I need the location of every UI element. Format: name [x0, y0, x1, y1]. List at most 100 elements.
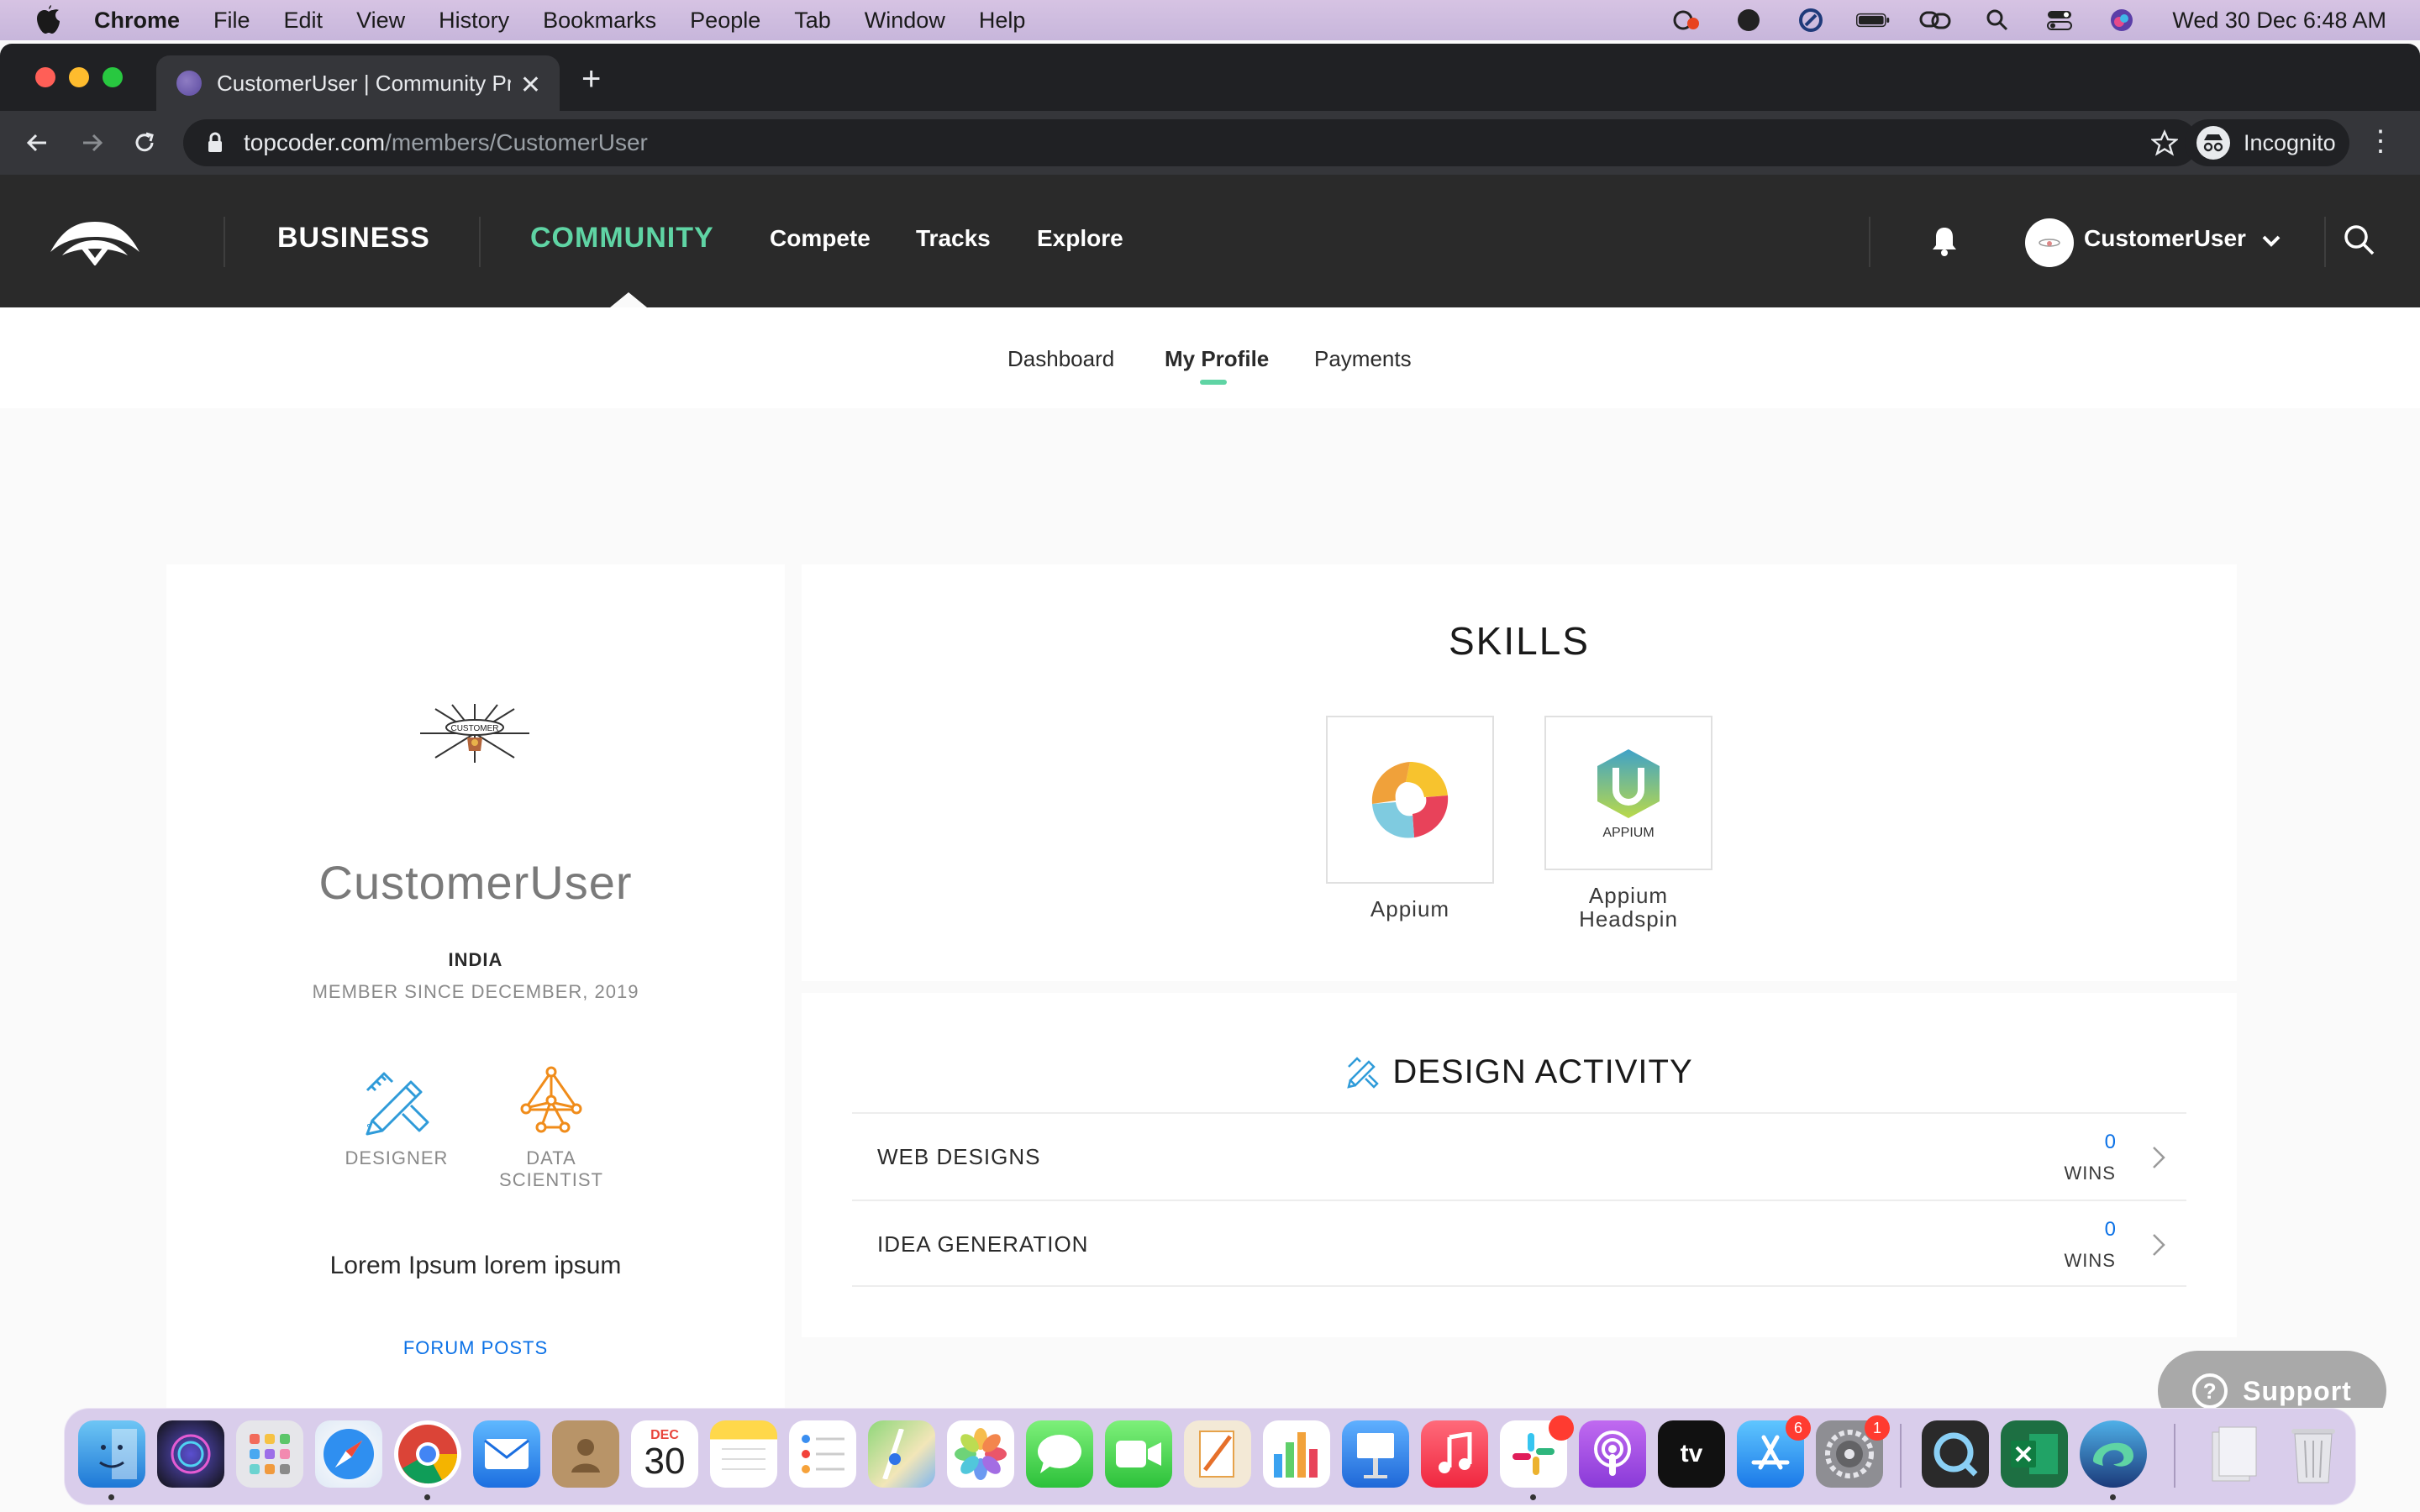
siri-icon[interactable]: [157, 1420, 224, 1488]
lock-icon[interactable]: [203, 131, 227, 155]
profile-subnav: Dashboard My Profile Payments: [0, 307, 2420, 408]
facetime-icon[interactable]: [1105, 1420, 1172, 1488]
track-data-scientist[interactable]: DATA SCIENTIST: [484, 1065, 618, 1191]
menu-tab[interactable]: Tab: [794, 8, 831, 34]
nav-tracks[interactable]: Tracks: [916, 225, 991, 252]
zoom-window-button[interactable]: [103, 67, 123, 87]
notes-icon[interactable]: [710, 1420, 777, 1488]
new-tab-button[interactable]: +: [581, 60, 601, 98]
designer-icon: [366, 1072, 429, 1136]
address-bar[interactable]: topcoder.com/members/CustomerUser: [183, 119, 2198, 166]
activity-win-count: 0: [2104, 1131, 2116, 1153]
forum-posts-link[interactable]: FORUM POSTS: [166, 1337, 785, 1359]
numbers-icon[interactable]: [1263, 1420, 1330, 1488]
apple-icon[interactable]: [34, 3, 62, 37]
bookmark-star-icon[interactable]: [2151, 129, 2178, 156]
apple-tv-icon[interactable]: tv: [1658, 1420, 1725, 1488]
search-icon[interactable]: [2341, 222, 2378, 259]
browser-tab-active[interactable]: CustomerUser | Community Pro ✕: [156, 55, 560, 111]
running-indicator: [1530, 1494, 1536, 1500]
chevron-down-icon[interactable]: [2260, 230, 2282, 252]
menu-app-name[interactable]: Chrome: [94, 8, 180, 34]
menu-view[interactable]: View: [356, 8, 405, 34]
system-preferences-icon[interactable]: 1: [1816, 1415, 1890, 1488]
nav-compete[interactable]: Compete: [770, 225, 871, 252]
activity-name: IDEA GENERATION: [877, 1231, 1089, 1257]
menu-bookmarks[interactable]: Bookmarks: [543, 8, 656, 34]
messages-icon[interactable]: [1026, 1420, 1093, 1488]
running-indicator: [424, 1494, 430, 1500]
skill-appium-headspin[interactable]: APPIUM Appium Headspin: [1544, 716, 1712, 931]
music-icon[interactable]: [1421, 1420, 1488, 1488]
back-button[interactable]: [20, 126, 54, 160]
subnav-my-profile[interactable]: My Profile: [1165, 346, 1269, 372]
subnav-payments[interactable]: Payments: [1314, 346, 1412, 372]
link-icon[interactable]: [1918, 7, 1952, 34]
chevron-right-icon[interactable]: [2149, 1144, 2168, 1171]
subnav-dashboard[interactable]: Dashboard: [1007, 346, 1114, 372]
header-username[interactable]: CustomerUser: [2084, 225, 2246, 252]
menu-file[interactable]: File: [213, 8, 250, 34]
slack-icon[interactable]: [1500, 1415, 1574, 1488]
chrome-icon[interactable]: [394, 1420, 461, 1488]
activity-row-idea-generation[interactable]: IDEA GENERATION 0 WINS: [852, 1200, 2186, 1287]
finder-icon[interactable]: [78, 1420, 145, 1488]
tab-close-icon[interactable]: ✕: [520, 71, 541, 100]
podcasts-icon[interactable]: [1579, 1420, 1646, 1488]
arrow-left-icon: [26, 134, 46, 152]
nav-business[interactable]: BUSINESS: [277, 222, 430, 255]
topcoder-logo-icon[interactable]: [47, 218, 143, 265]
trash-icon[interactable]: [2280, 1420, 2347, 1488]
quicktime-icon[interactable]: [1922, 1420, 1989, 1488]
calendar-icon[interactable]: DEC 30: [631, 1420, 698, 1488]
nav-community[interactable]: COMMUNITY: [530, 222, 714, 255]
safari-icon[interactable]: [315, 1420, 382, 1488]
launchpad-icon[interactable]: [236, 1420, 303, 1488]
dock-separator: [1900, 1424, 1902, 1488]
incognito-indicator[interactable]: Incognito: [2185, 119, 2349, 166]
reload-button[interactable]: [128, 126, 161, 160]
profile-handle: CustomerUser: [318, 856, 633, 909]
menu-window[interactable]: Window: [865, 8, 945, 34]
dock-separator: [2174, 1424, 2175, 1488]
menu-people[interactable]: People: [690, 8, 760, 34]
chat-bubble-icon[interactable]: [1732, 7, 1765, 34]
contacts-icon[interactable]: [552, 1420, 619, 1488]
siri-icon[interactable]: [2105, 7, 2139, 34]
downloads-folder-icon[interactable]: [2201, 1420, 2268, 1488]
support-button[interactable]: ? Support: [2158, 1351, 2386, 1408]
status-area: Wed 30 Dec 6:48 AM: [1670, 0, 2386, 40]
design-activity-heading: DESIGN ACTIVITY: [802, 1053, 2237, 1091]
track-designer[interactable]: DESIGNER: [329, 1065, 464, 1169]
nav-explore[interactable]: Explore: [1037, 225, 1123, 252]
photos-icon[interactable]: [947, 1420, 1014, 1488]
chevron-right-icon[interactable]: [2149, 1231, 2168, 1258]
excel-icon[interactable]: [2001, 1420, 2068, 1488]
creative-cloud-icon[interactable]: [1670, 7, 1703, 34]
app-store-icon[interactable]: 6: [1737, 1415, 1811, 1488]
battery-icon[interactable]: [1856, 7, 1890, 34]
menu-history[interactable]: History: [439, 8, 509, 34]
forward-button[interactable]: [76, 126, 109, 160]
pages-icon[interactable]: [1184, 1420, 1251, 1488]
edge-icon[interactable]: [2080, 1420, 2147, 1488]
keynote-icon[interactable]: [1342, 1420, 1409, 1488]
skill-appium[interactable]: Appium: [1326, 716, 1494, 921]
menu-help[interactable]: Help: [979, 8, 1026, 34]
maps-icon[interactable]: [868, 1420, 935, 1488]
reminders-icon[interactable]: [789, 1420, 856, 1488]
menubar-clock[interactable]: Wed 30 Dec 6:48 AM: [2172, 8, 2386, 34]
activity-row-web-designs[interactable]: WEB DESIGNS 0 WINS: [852, 1112, 2186, 1200]
avatar[interactable]: [2025, 218, 2074, 267]
minimize-window-button[interactable]: [69, 67, 89, 87]
close-window-button[interactable]: [35, 67, 55, 87]
control-center-icon[interactable]: [2043, 7, 2076, 34]
menu-edit[interactable]: Edit: [284, 8, 324, 34]
profile-photo[interactable]: CUSTOMER: [418, 702, 531, 764]
mail-icon[interactable]: [473, 1420, 540, 1488]
notification-bell-icon[interactable]: [1929, 225, 1960, 257]
spotlight-icon[interactable]: [1981, 7, 2014, 34]
chrome-menu-icon[interactable]: ⋮: [2366, 124, 2395, 158]
sync-icon[interactable]: [1794, 7, 1828, 34]
skills-title: SKILLS: [1449, 619, 1590, 663]
